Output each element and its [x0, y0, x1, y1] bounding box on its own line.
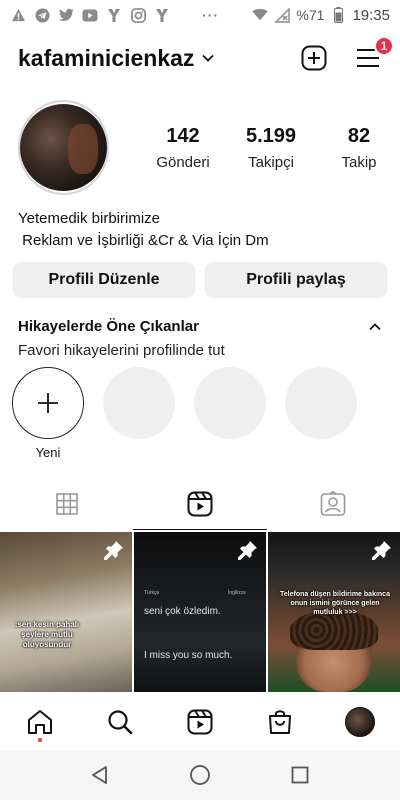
highlight-placeholder [103, 367, 175, 460]
telegram-icon [34, 7, 50, 23]
stat-followers[interactable]: 5.199 Takipçi [227, 125, 315, 171]
bio-line-2: Reklam ve İşbirliği &Cr & Via İçin Dm [18, 232, 269, 249]
nav-reels[interactable] [160, 694, 240, 750]
nav-home[interactable] [0, 694, 80, 750]
profile-picture[interactable] [18, 100, 109, 195]
new-highlight[interactable]: Yeni [12, 367, 84, 460]
instagram-icon [130, 7, 146, 23]
tab-posts-grid[interactable] [0, 478, 133, 530]
back-icon[interactable] [88, 763, 112, 787]
highlights-subtitle: Favori hikayelerini profilinde tut [18, 342, 225, 359]
profile-bio: Yetemedik birbirimize Reklam ve İşbirliğ… [18, 208, 269, 252]
pin-icon [238, 541, 257, 560]
recent-apps-icon[interactable] [288, 763, 312, 787]
no-signal-icon [274, 7, 291, 23]
reel-caption: :sen kesin pahalı şeylere mutlu oluyosun… [14, 620, 80, 649]
battery-icon [330, 7, 346, 23]
profile-actions: Profili Düzenle Profili paylaş [13, 262, 387, 298]
warning-icon [10, 7, 26, 23]
reel-thumbnail[interactable]: :sen kesin pahalı şeylere mutlu oluyosun… [0, 532, 132, 692]
reel-thumbnail[interactable]: Telefona düşen bildirime bakınca onun is… [268, 532, 400, 692]
tab-reels[interactable] [133, 478, 267, 530]
bottom-navigation [0, 694, 400, 750]
nav-profile[interactable] [320, 694, 400, 750]
profile-header: kafaminicienkaz 1 [0, 36, 400, 78]
wifi-icon [252, 7, 268, 23]
reel-caption: Telefona düşen bildirime bakınca onun is… [280, 591, 390, 616]
stat-posts[interactable]: 142 Gönderi [139, 125, 227, 171]
highlight-placeholder-circle [285, 367, 357, 439]
notification-badge: 1 [374, 36, 394, 56]
stat-following-label: Takip [341, 153, 377, 171]
home-button-icon[interactable] [188, 763, 212, 787]
pin-icon [372, 541, 391, 560]
reels-icon [187, 491, 213, 517]
reel-thumbnail[interactable]: Türkçe İngilizce seni çok özledim. I mis… [134, 532, 266, 692]
tab-tagged[interactable] [267, 478, 400, 530]
translate-target-language: İngilizce [228, 590, 247, 596]
create-post-icon[interactable] [300, 44, 328, 72]
stat-followers-value: 5.199 [245, 124, 297, 147]
highlight-placeholder-circle [103, 367, 175, 439]
highlight-placeholder-circle [194, 367, 266, 439]
plus-icon [38, 393, 58, 413]
new-highlight-label: Yeni [35, 445, 61, 460]
highlight-placeholder [194, 367, 266, 460]
stat-posts-label: Gönderi [156, 153, 210, 171]
reels-icon [187, 709, 213, 735]
avatar [20, 104, 107, 191]
reel-caption-line-2: I miss you so much. [144, 650, 233, 661]
battery-percentage: %71 [296, 7, 325, 23]
stat-following[interactable]: 82 Takip [315, 125, 400, 171]
bio-line-1: Yetemedik birbirimize [18, 210, 161, 227]
grid-icon [55, 493, 78, 515]
translate-source-language: Türkçe [144, 590, 160, 596]
new-highlight-button[interactable] [12, 367, 84, 439]
edit-profile-button[interactable]: Profili Düzenle [13, 262, 195, 298]
nav-shop[interactable] [240, 694, 320, 750]
clock: 19:35 [352, 6, 390, 24]
highlights-row: Yeni [12, 367, 357, 460]
chevron-down-icon[interactable] [202, 54, 215, 62]
pin-icon [104, 541, 123, 560]
sim-icon [154, 7, 170, 23]
system-navigation-bar [0, 750, 400, 800]
stat-followers-label: Takipçi [248, 153, 294, 171]
highlight-placeholder [285, 367, 357, 460]
tagged-user-icon [321, 491, 346, 516]
chevron-up-icon[interactable] [368, 320, 382, 334]
share-profile-button[interactable]: Profili paylaş [205, 262, 387, 298]
nav-search[interactable] [80, 694, 160, 750]
highlights-title: Hikayelerde Öne Çıkanlar [18, 318, 199, 335]
stat-following-value: 82 [347, 124, 371, 147]
reel-caption-line-1: seni çok özledim. [144, 606, 221, 617]
new-activity-dot [38, 738, 42, 742]
more-notifications-indicator: ··· [202, 7, 219, 23]
profile-avatar-icon [345, 707, 375, 737]
home-icon [28, 710, 52, 734]
youtube-icon [82, 7, 98, 23]
menu-icon[interactable]: 1 [354, 36, 394, 72]
shopping-bag-icon [269, 710, 291, 734]
twitter-icon [58, 7, 74, 23]
profile-tabs [0, 478, 400, 530]
search-icon [108, 710, 133, 735]
username-switcher[interactable]: kafaminicienkaz [18, 45, 194, 72]
profile-stats: 142 Gönderi 5.199 Takipçi 82 Takip [139, 125, 400, 171]
profile-summary: 142 Gönderi 5.199 Takipçi 82 Takip [18, 100, 388, 195]
sim-icon [106, 7, 122, 23]
status-bar: ··· %71 19:35 [0, 0, 400, 30]
stat-posts-value: 142 [166, 124, 200, 147]
reels-grid: :sen kesin pahalı şeylere mutlu oluyosun… [0, 532, 400, 692]
